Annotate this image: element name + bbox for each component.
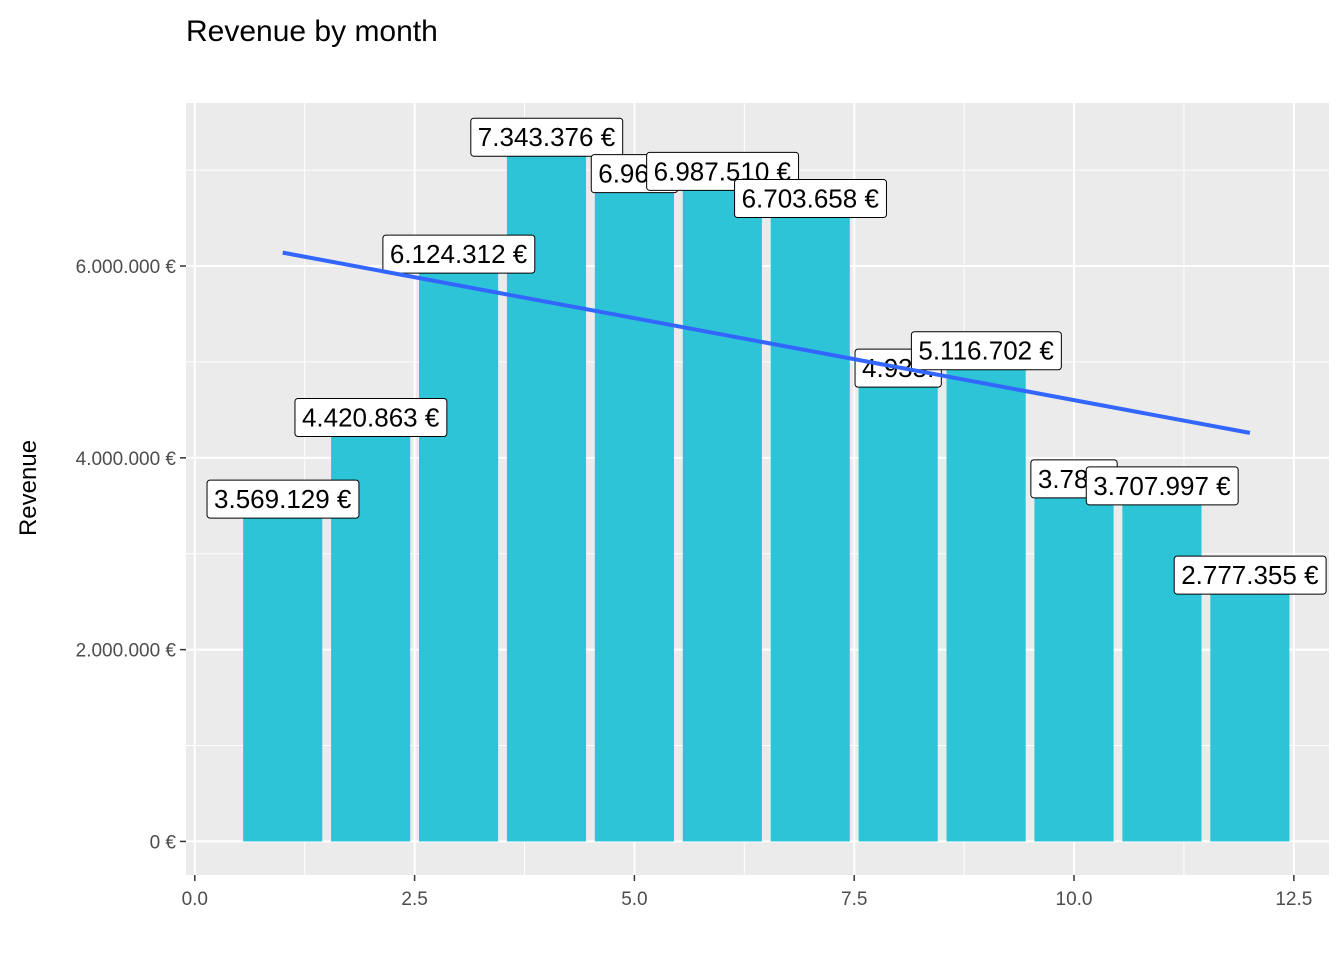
data-label-text: 7.343.376 € <box>478 122 616 152</box>
data-label-text: 5.116.702 € <box>918 336 1054 366</box>
data-label: 3.569.129 € <box>206 479 360 519</box>
x-tick-label: 0.0 <box>182 889 208 910</box>
data-label-text: 3.707.997 € <box>1093 471 1231 501</box>
x-tick-label: 10.0 <box>1056 889 1093 910</box>
bar <box>858 368 938 842</box>
bar <box>1122 485 1202 842</box>
chart: Revenue by month 3.569.129 € 4.420.863 € 6… <box>15 15 1329 910</box>
data-label: 6.124.312 € <box>382 234 536 274</box>
y-axis-title: Revenue <box>15 440 42 536</box>
data-label: 7.343.376 € <box>470 117 624 157</box>
y-tick-label: 4.000.000 € <box>76 449 177 470</box>
x-tick-label: 2.5 <box>401 889 427 910</box>
chart-title: Revenue by month <box>186 15 438 48</box>
y-tick-label: 0 € <box>150 832 177 853</box>
x-tick-label: 7.5 <box>841 889 867 910</box>
data-label: 2.777.355 € <box>1173 555 1327 595</box>
bar <box>594 173 674 842</box>
data-label: 5.116.702 € <box>910 331 1062 371</box>
data-label-text: 4.420.863 € <box>302 402 440 432</box>
bar <box>946 350 1026 842</box>
bar <box>418 254 499 842</box>
data-label-text: 3.569.129 € <box>214 484 352 514</box>
bar <box>1034 478 1114 842</box>
y-tick-label: 6.000.000 € <box>76 257 177 278</box>
x-tick-label: 12.5 <box>1275 889 1312 910</box>
x-tick-label: 5.0 <box>621 889 647 910</box>
y-tick-label: 2.000.000 € <box>76 641 177 662</box>
bar <box>682 171 762 842</box>
data-label-text: 6.124.312 € <box>390 239 528 269</box>
bar <box>770 198 850 842</box>
data-label-text: 6.703.658 € <box>742 184 880 214</box>
bar <box>243 499 323 842</box>
data-label: 4.420.863 € <box>294 397 448 437</box>
bar <box>1210 575 1290 842</box>
data-label: 6.703.658 € <box>734 179 887 219</box>
data-label-text: 2.777.355 € <box>1181 560 1319 590</box>
data-label: 3.707.997 € <box>1085 466 1239 506</box>
